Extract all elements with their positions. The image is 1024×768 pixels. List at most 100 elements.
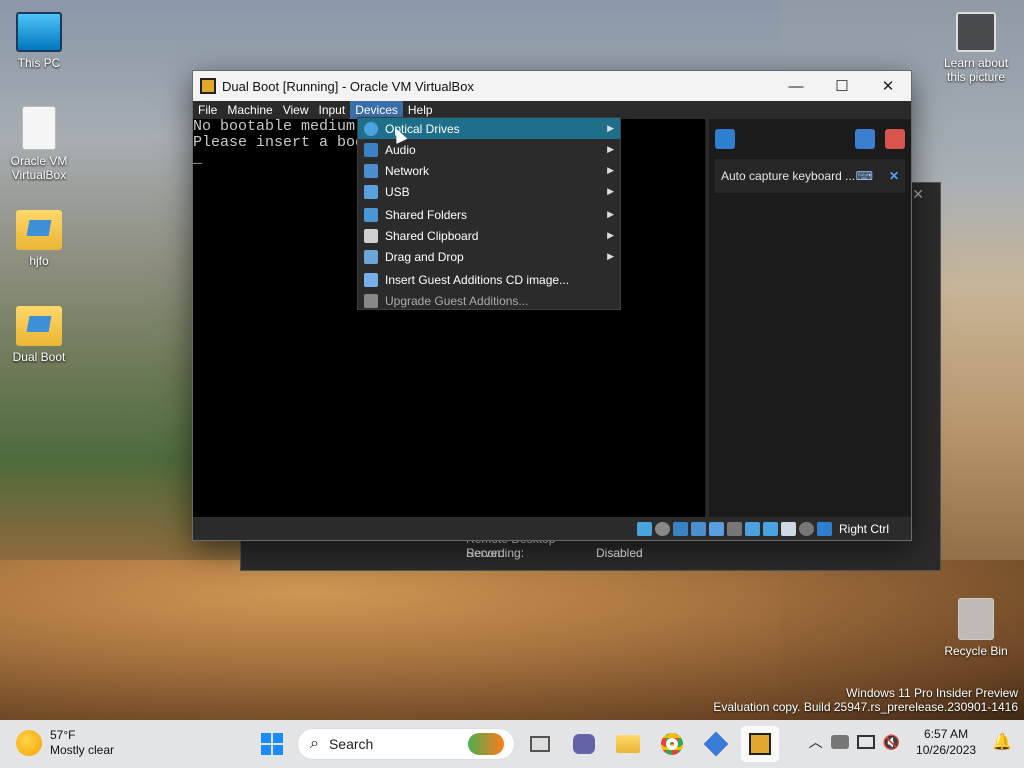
search-icon: ⌕ (310, 735, 319, 752)
weather-temp: 57°F (50, 728, 76, 742)
camera-icon (956, 12, 996, 52)
close-button[interactable]: ✕ (865, 71, 911, 101)
cpu-icon[interactable] (780, 521, 796, 536)
usb-icon[interactable] (708, 521, 724, 536)
teams-icon (573, 734, 595, 754)
sort-icon[interactable] (855, 129, 875, 149)
desktop-icon-label: Learn about this picture (943, 56, 1009, 84)
optical-drive-icon[interactable] (654, 521, 670, 536)
file-explorer-button[interactable] (609, 726, 647, 762)
desktop-icon-label: Recycle Bin (944, 644, 1008, 658)
notification-icon[interactable] (715, 129, 735, 149)
windows-watermark: Windows 11 Pro Insider Preview Evaluatio… (713, 686, 1018, 714)
usb-icon (364, 184, 378, 199)
clock[interactable]: 6:57 AM 10/26/2023 (916, 726, 976, 758)
menu-file[interactable]: File (193, 101, 222, 119)
windows-logo-icon (261, 733, 283, 755)
display-icon[interactable] (744, 521, 760, 536)
folder-icon (16, 306, 62, 346)
submenu-arrow-icon: ▶ (607, 251, 614, 261)
maximize-button[interactable]: ☐ (819, 71, 865, 101)
clear-all-icon[interactable] (885, 129, 905, 149)
weather-moon-icon (16, 730, 42, 756)
desktop-icon-this-pc[interactable]: This PC (0, 12, 78, 70)
taskbar: 57°F Mostly clear ⌕ Search ︿ 🔇 6:57 AM 1… (0, 720, 1024, 768)
clipboard-icon (364, 228, 378, 243)
menu-item-insert-guest-additions[interactable]: Insert Guest Additions CD image... (358, 269, 620, 290)
chrome-icon (661, 733, 683, 755)
volume-muted-icon[interactable]: 🔇 (883, 734, 900, 751)
notification-bell-icon[interactable]: 🔔 (992, 732, 1012, 752)
hard-disk-icon[interactable] (636, 521, 652, 536)
menu-machine[interactable]: Machine (222, 101, 277, 119)
mouse-integration-icon[interactable] (798, 521, 814, 536)
devices-menu: Optical Drives ▶ Audio ▶ Network ▶ USB ▶… (357, 117, 621, 310)
weather-widget[interactable]: 57°F Mostly clear (16, 728, 114, 758)
menu-item-shared-clipboard[interactable]: Shared Clipboard ▶ (358, 225, 620, 246)
notification-toolbar (709, 119, 911, 159)
window-title: Dual Boot [Running] - Oracle VM VirtualB… (222, 78, 474, 94)
file-shortcut-icon (22, 106, 56, 150)
desktop-icon-virtualbox[interactable]: Oracle VM VirtualBox (0, 106, 78, 182)
vm-window-button[interactable] (741, 726, 779, 762)
chrome-button[interactable] (653, 726, 691, 762)
drag-drop-icon (364, 249, 378, 264)
virtualbox-app-icon (200, 78, 216, 94)
desktop-icon-label: hjfo (29, 254, 49, 268)
notification-text: Auto capture keyboard ... (721, 169, 856, 183)
menu-item-drag-and-drop[interactable]: Drag and Drop ▶ (358, 246, 620, 267)
notification-center: Auto capture keyboard ... ⌨ ✕ (706, 119, 911, 519)
network-icon (364, 163, 378, 178)
minimize-button[interactable]: — (773, 71, 819, 101)
monitor-icon (16, 12, 62, 52)
search-input[interactable]: ⌕ Search (297, 728, 515, 760)
start-button[interactable] (253, 726, 291, 762)
weather-desc: Mostly clear (50, 743, 115, 757)
menu-item-usb[interactable]: USB ▶ (358, 181, 620, 202)
task-view-button[interactable] (521, 726, 559, 762)
recording-icon[interactable] (762, 521, 778, 536)
menu-view[interactable]: View (278, 101, 314, 119)
dismiss-icon[interactable]: ✕ (889, 169, 899, 183)
details-row: Recording: Disabled (466, 546, 643, 560)
keyboard-capture-icon[interactable] (816, 521, 832, 536)
desktop-icon-label: This PC (17, 56, 61, 70)
display-icon[interactable] (856, 735, 875, 749)
status-bar: Right Ctrl (193, 517, 911, 540)
shared-folders-icon (364, 207, 378, 222)
desktop-icon-recycle-bin[interactable]: Recycle Bin (936, 598, 1016, 658)
audio-icon[interactable] (672, 521, 688, 536)
desktop-icon-learn-about-picture[interactable]: Learn about this picture (936, 12, 1016, 84)
submenu-arrow-icon: ▶ (607, 123, 614, 133)
close-icon[interactable]: ✕ (912, 186, 924, 203)
desktop-icon-dual-boot[interactable]: Dual Boot (0, 306, 78, 364)
submenu-arrow-icon: ▶ (607, 165, 614, 175)
desktop-icon-label: Oracle VM VirtualBox (10, 154, 68, 182)
submenu-arrow-icon: ▶ (607, 144, 614, 154)
folder-icon (616, 735, 640, 753)
search-highlight-icon (468, 733, 504, 755)
recycle-bin-icon (958, 598, 994, 640)
taskbar-apps: ⌕ Search (253, 726, 779, 762)
menu-item-upgrade-guest-additions[interactable]: Upgrade Guest Additions... (358, 290, 620, 311)
chevron-up-icon[interactable]: ︿ (809, 732, 823, 752)
onedrive-icon[interactable] (830, 735, 849, 749)
menu-item-shared-folders[interactable]: Shared Folders ▶ (358, 204, 620, 225)
task-view-icon (530, 736, 550, 752)
title-bar[interactable]: Dual Boot [Running] - Oracle VM VirtualB… (193, 71, 911, 101)
menu-input[interactable]: Input (314, 101, 351, 119)
virtualbox-vm-icon (749, 733, 771, 755)
menu-item-network[interactable]: Network ▶ (358, 160, 620, 181)
network-icon[interactable] (690, 521, 706, 536)
shared-folders-icon[interactable] (726, 521, 742, 536)
desktop-icon-hjfo[interactable]: hjfo (0, 210, 78, 268)
notification-item: Auto capture keyboard ... ⌨ ✕ (715, 159, 905, 193)
virtualbox-manager-button[interactable] (697, 726, 735, 762)
teams-button[interactable] (565, 726, 603, 762)
keyboard-icon: ⌨ (855, 169, 873, 183)
system-tray: ︿ 🔇 6:57 AM 10/26/2023 🔔 (809, 726, 1012, 758)
submenu-arrow-icon: ▶ (607, 186, 614, 196)
submenu-arrow-icon: ▶ (607, 209, 614, 219)
audio-icon (364, 142, 378, 157)
guest-additions-icon (364, 272, 378, 287)
